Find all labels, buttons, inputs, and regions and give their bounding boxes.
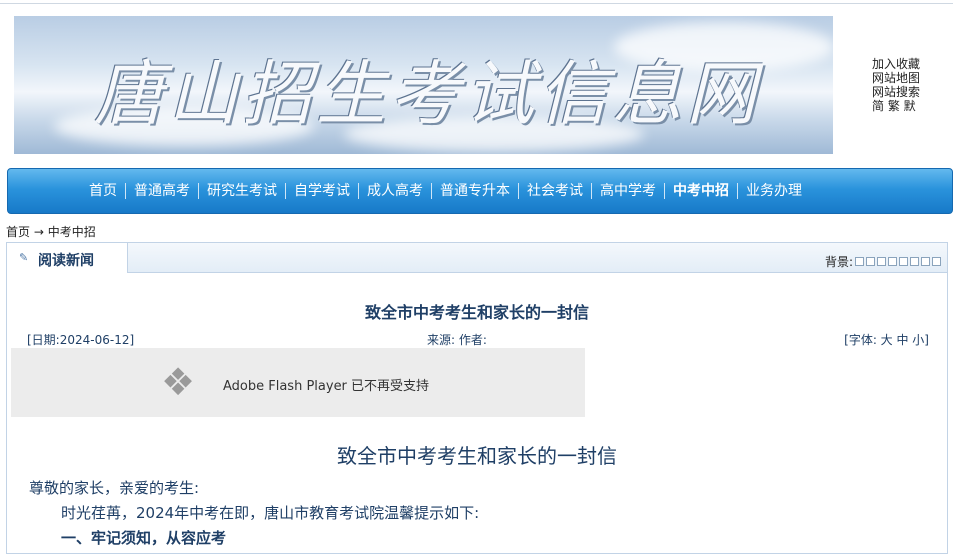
nav-item-zhongkao[interactable]: 中考中招: [665, 183, 738, 199]
bg-swatch[interactable]: [932, 257, 941, 266]
bg-swatch[interactable]: [888, 257, 897, 266]
language-switch-link[interactable]: 简 繁 默: [872, 99, 920, 113]
background-selector: 背景:: [825, 253, 941, 270]
background-label: 背景:: [824, 255, 853, 269]
bg-swatch[interactable]: [910, 257, 919, 266]
pin-icon: ✎: [19, 251, 29, 264]
flash-placeholder: ❖ Adobe Flash Player 已不再受支持: [11, 348, 585, 417]
main-nav: 首页 普通高考 研究生考试 自学考试 成人高考 普通专升本 社会考试 高中学考 …: [7, 168, 953, 214]
nav-item-graduate[interactable]: 研究生考试: [199, 183, 286, 199]
nav-item-academic[interactable]: 高中学考: [592, 183, 665, 199]
font-size-control[interactable]: [字体: 大 中 小]: [844, 331, 929, 348]
bg-swatch[interactable]: [855, 257, 864, 266]
top-border: [0, 0, 953, 4]
section-heading-1: 一、牢记须知，从容应考: [61, 529, 227, 547]
news-panel: ✎ 阅读新闻 背景: 致全市中考考生和家长的一封信 [日期:2024-06-12…: [6, 242, 948, 554]
tab-label: 阅读新闻: [38, 253, 94, 269]
breadcrumb: 首页 → 中考中招: [6, 223, 96, 240]
flash-message: Adobe Flash Player 已不再受支持: [223, 379, 430, 394]
add-favorite-link[interactable]: 加入收藏: [872, 57, 920, 71]
bg-swatch[interactable]: [877, 257, 886, 266]
breadcrumb-home[interactable]: 首页: [6, 225, 30, 239]
panel-header: ✎ 阅读新闻 背景:: [7, 243, 947, 273]
bg-swatch[interactable]: [921, 257, 930, 266]
paragraph-1: 时光荏苒，2024年中考在即，唐山市教育考试院温馨提示如下:: [61, 504, 480, 522]
breadcrumb-arrow: →: [33, 225, 44, 239]
nav-item-social[interactable]: 社会考试: [519, 183, 592, 199]
article-heading: 致全市中考考生和家长的一封信: [337, 444, 617, 468]
nav-item-services[interactable]: 业务办理: [738, 183, 810, 199]
site-title: 唐山招生考试信息网: [94, 53, 760, 135]
nav-item-gaokao[interactable]: 普通高考: [126, 183, 199, 199]
puzzle-icon: ❖: [161, 360, 196, 404]
tab-read-news[interactable]: ✎ 阅读新闻: [7, 243, 128, 273]
bg-swatch[interactable]: [899, 257, 908, 266]
article-title: 致全市中考考生和家长的一封信: [364, 303, 589, 322]
bg-swatch[interactable]: [866, 257, 875, 266]
article-source-author: 来源: 作者:: [427, 333, 487, 347]
nav-item-home[interactable]: 首页: [81, 183, 126, 199]
quick-links: 加入收藏 网站地图 网站搜索 简 繁 默: [872, 57, 920, 113]
nav-item-upgrade[interactable]: 普通专升本: [432, 183, 519, 199]
greeting: 尊敬的家长，亲爱的考生:: [29, 479, 200, 497]
nav-item-adult[interactable]: 成人高考: [359, 183, 432, 199]
nav-item-self-study[interactable]: 自学考试: [286, 183, 359, 199]
article-date: [日期:2024-06-12]: [27, 333, 135, 347]
site-search-link[interactable]: 网站搜索: [872, 85, 920, 99]
site-banner: 唐山招生考试信息网: [14, 16, 833, 154]
breadcrumb-current[interactable]: 中考中招: [48, 225, 96, 239]
site-map-link[interactable]: 网站地图: [872, 71, 920, 85]
